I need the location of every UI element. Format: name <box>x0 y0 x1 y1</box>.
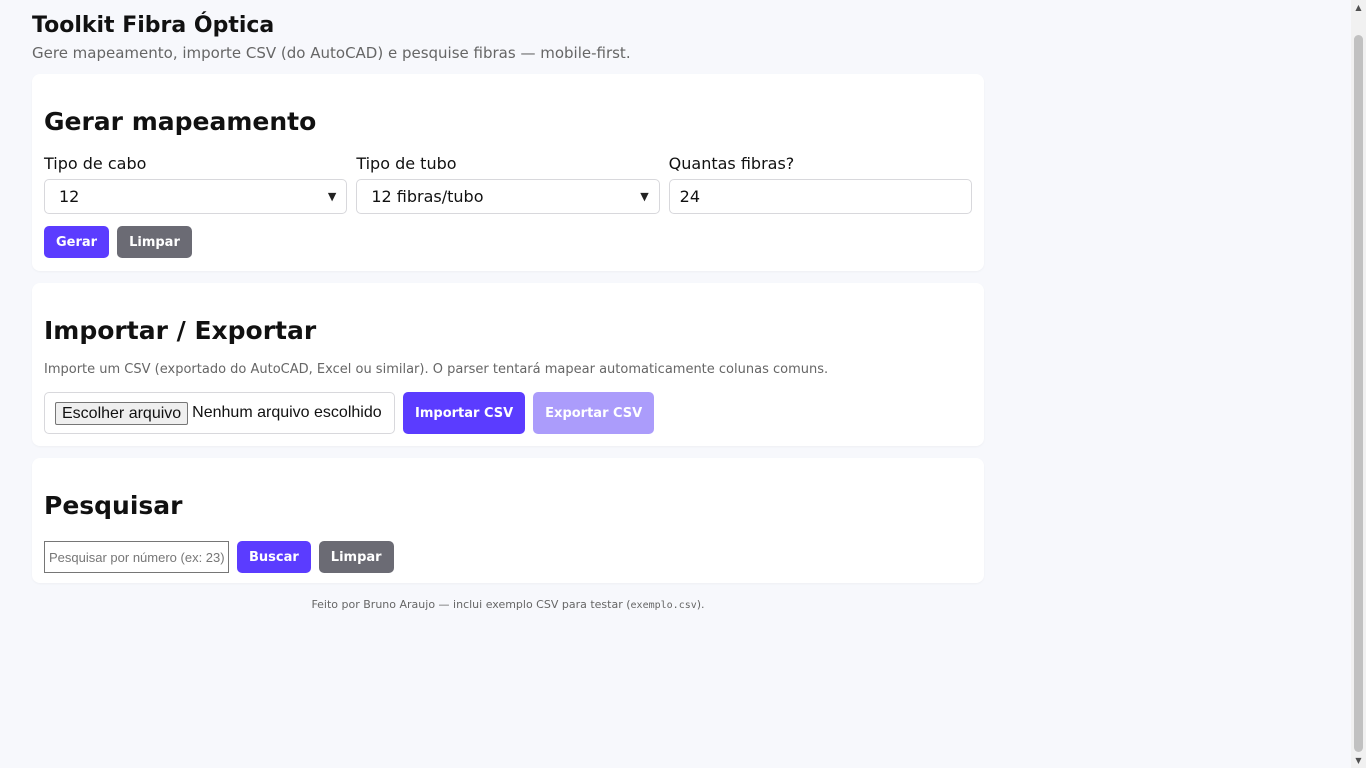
tube-type-select[interactable]: 12 fibras/tubo ▼ <box>356 179 660 214</box>
app-subtitle: Gere mapeamento, importe CSV (do AutoCAD… <box>32 44 631 62</box>
search-actions: Pesquisar por número (ex: 23) Buscar Lim… <box>44 541 972 573</box>
cable-type-field: Tipo de cabo 12 ▼ <box>44 153 348 214</box>
scroll-thumb[interactable] <box>1354 35 1363 752</box>
cable-type-value: 12 <box>59 187 80 206</box>
fiber-count-value: 24 <box>679 187 701 206</box>
generate-actions: Gerar Limpar <box>44 226 972 258</box>
import-export-card: Importar / Exportar Importe um CSV (expo… <box>32 283 984 446</box>
fiber-count-label: Quantas fibras? <box>668 154 795 173</box>
tube-type-label: Tipo de tubo <box>356 154 457 173</box>
clear-generate-button[interactable]: Limpar <box>117 226 192 258</box>
cable-type-label: Tipo de cabo <box>44 154 147 173</box>
footer: Feito por Bruno Araujo — inclui exemplo … <box>32 598 984 612</box>
arrow-down-icon[interactable]: ▼ <box>1351 753 1366 768</box>
footer-text-end: ). <box>696 598 705 611</box>
fiber-count-input[interactable]: 24 <box>668 179 972 214</box>
page: Toolkit Fibra Óptica Gere mapeamento, im… <box>32 0 984 612</box>
search-button[interactable]: Buscar <box>237 541 311 573</box>
arrow-up-icon[interactable]: ▲ <box>1351 0 1366 15</box>
export-csv-button: Exportar CSV <box>533 392 655 434</box>
import-actions: Escolher arquivo Nenhum arquivo escolhid… <box>44 392 972 434</box>
clear-search-button[interactable]: Limpar <box>318 541 394 573</box>
cable-type-select[interactable]: 12 ▼ <box>44 179 348 214</box>
chevron-down-icon: ▼ <box>327 190 337 203</box>
tube-type-value: 12 fibras/tubo <box>371 187 484 206</box>
app-title: Toolkit Fibra Óptica <box>32 13 275 38</box>
tube-type-field: Tipo de tubo 12 fibras/tubo ▼ <box>356 153 660 214</box>
import-description: Importe um CSV (exportado do AutoCAD, Ex… <box>44 362 829 377</box>
chevron-down-icon: ▼ <box>640 190 649 203</box>
footer-text: Feito por Bruno Araujo — inclui exemplo … <box>311 598 631 611</box>
search-heading: Pesquisar <box>44 491 183 520</box>
file-input[interactable]: Escolher arquivo Nenhum arquivo escolhid… <box>44 392 395 434</box>
import-csv-button[interactable]: Importar CSV <box>403 392 526 434</box>
generate-fields: Tipo de cabo 12 ▼ Tipo de tubo 12 fibras… <box>44 153 972 214</box>
search-input[interactable]: Pesquisar por número (ex: 23) <box>44 541 229 573</box>
generate-card: Gerar mapeamento Tipo de cabo 12 ▼ Tipo … <box>32 74 984 271</box>
generate-button[interactable]: Gerar <box>44 226 110 258</box>
import-export-heading: Importar / Exportar <box>44 316 317 345</box>
fiber-count-field: Quantas fibras? 24 <box>668 153 972 214</box>
file-status: Nenhum arquivo escolhido <box>192 404 382 421</box>
search-card: Pesquisar Pesquisar por número (ex: 23) … <box>32 458 984 583</box>
choose-file-button[interactable]: Escolher arquivo <box>55 401 189 425</box>
generate-heading: Gerar mapeamento <box>44 107 317 136</box>
scrollbar[interactable]: ▲ ▼ <box>1351 0 1366 768</box>
footer-code: exemplo.csv <box>630 600 697 611</box>
